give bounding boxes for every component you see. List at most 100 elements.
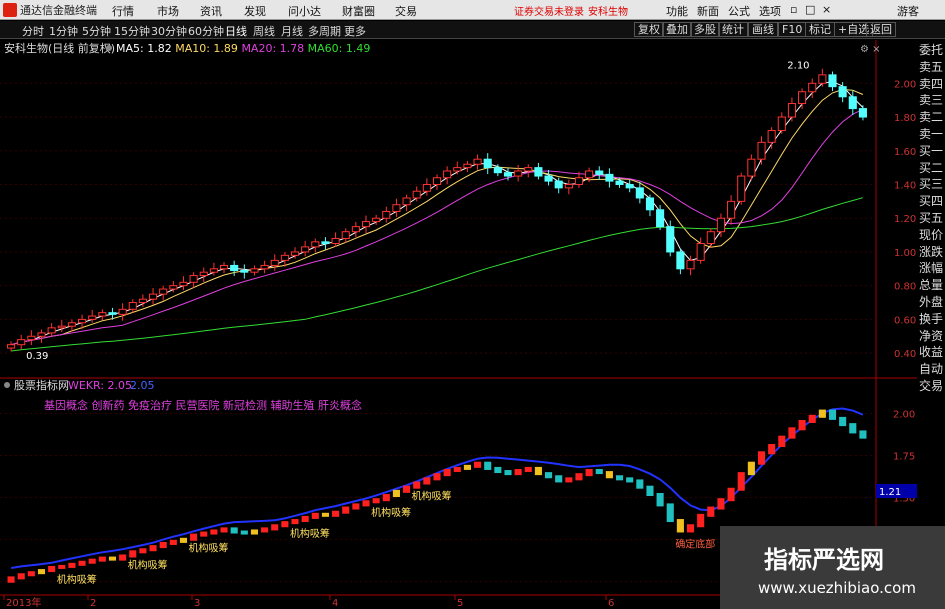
y-tick-6: 0.80 <box>894 282 916 293</box>
period-30min[interactable]: 30分钟 <box>151 23 187 39</box>
sidebar-label-8[interactable]: 买三 <box>919 177 943 191</box>
sidebar-label-20[interactable]: 交易 <box>919 379 943 393</box>
sub-candle <box>119 554 127 561</box>
candle <box>716 217 726 233</box>
y-tick-7: 0.60 <box>894 315 916 326</box>
sub-candle <box>240 530 248 535</box>
sub-candle <box>605 471 613 479</box>
candle <box>57 325 66 329</box>
menu-caifuquan[interactable]: 财富圈 <box>342 3 375 19</box>
sub-candle <box>646 485 654 496</box>
menu-hangqing[interactable]: 行情 <box>112 3 134 19</box>
x-label-1: 2 <box>90 598 96 609</box>
sidebar-label-12[interactable]: 涨跌 <box>919 245 943 259</box>
current-value-label: 1.21 <box>879 487 901 498</box>
sidebar-label-2[interactable]: 卖四 <box>919 77 943 91</box>
period-monthly[interactable]: 月线 <box>281 23 303 39</box>
sidebar-label-9[interactable]: 买四 <box>919 194 943 208</box>
period-toolbar: 分时 1分钟 5分钟 15分钟 30分钟 60分钟 日线 周线 月线 多周期 更… <box>0 21 945 39</box>
period-15min[interactable]: 15分钟 <box>114 23 150 39</box>
sidebar-label-5[interactable]: 卖一 <box>919 127 943 141</box>
sub-annotations: 机构吸筹机构吸筹机构吸筹机构吸筹机构吸筹机构吸筹确定底部 <box>57 490 716 586</box>
x-label-2: 3 <box>194 598 200 609</box>
candle <box>493 167 502 174</box>
period-multi[interactable]: 多周期 <box>308 23 341 39</box>
candle <box>747 158 756 177</box>
menu-wenxiaoda[interactable]: 问小达 <box>288 3 321 19</box>
sidebar-label-16[interactable]: 换手 <box>919 312 943 326</box>
main-chart-title: 安科生物(日线 前复权) <box>4 41 115 55</box>
window-min-icon[interactable]: ▫ <box>790 3 797 16</box>
sub-candle <box>48 565 56 573</box>
sidebar-label-13[interactable]: 涨幅 <box>919 261 943 275</box>
sub-indicator-toggle-icon[interactable] <box>4 382 10 388</box>
period-5min[interactable]: 5分钟 <box>82 23 111 39</box>
candle <box>98 312 107 317</box>
sub-candle <box>474 461 482 468</box>
btn-f10[interactable]: F10 <box>778 22 807 37</box>
menu-xuanxiang[interactable]: 选项 <box>759 3 781 19</box>
btn-fanhui[interactable]: 返回 <box>866 22 896 37</box>
btn-diejia[interactable]: 叠加 <box>662 22 692 37</box>
candle <box>159 288 168 295</box>
sub-candle <box>108 556 117 561</box>
x-label-3: 4 <box>332 598 338 609</box>
sub-candle <box>200 531 208 537</box>
sidebar-label-4[interactable]: 卖二 <box>919 110 943 124</box>
period-fenshi[interactable]: 分时 <box>22 23 44 39</box>
y-tick-3: 1.40 <box>894 180 916 191</box>
chart-settings-icon[interactable]: ⚙ × <box>860 44 881 55</box>
candle <box>412 190 421 199</box>
sidebar-label-10[interactable]: 买五 <box>919 211 943 225</box>
sidebar-label-18[interactable]: 收益 <box>919 345 943 359</box>
sidebar-label-19[interactable]: 自动 <box>919 362 943 376</box>
sub-candle <box>17 573 25 580</box>
login-notice[interactable]: 证券交易未登录 <box>514 3 584 18</box>
btn-biaoji[interactable]: 标记 <box>805 22 835 37</box>
annotation-4: 机构吸筹 <box>371 506 411 519</box>
menu-gongshi[interactable]: 公式 <box>728 3 750 19</box>
ma-line-2 <box>10 108 864 346</box>
sub-candle <box>220 527 228 533</box>
indicator-toggle-icon[interactable] <box>106 45 112 51</box>
sidebar-label-11[interactable]: 现价 <box>919 228 943 242</box>
period-weekly[interactable]: 周线 <box>253 23 275 39</box>
sidebar-label-17[interactable]: 净资 <box>919 329 943 343</box>
period-1min[interactable]: 1分钟 <box>49 23 78 39</box>
menu-zixun[interactable]: 资讯 <box>200 3 222 19</box>
menu-shichang[interactable]: 市场 <box>157 3 179 19</box>
btn-tongji[interactable]: 统计 <box>718 22 748 37</box>
candles <box>7 68 867 352</box>
sidebar-label-0[interactable]: 委托 <box>919 43 943 57</box>
ma-legend: MA5: 1.82 MA10: 1.89 MA20: 1.78 MA60: 1.… <box>116 42 370 55</box>
btn-duogu[interactable]: 多股 <box>690 22 720 37</box>
menu-gongneng[interactable]: 功能 <box>666 3 688 19</box>
sub-candle <box>453 466 461 473</box>
period-daily[interactable]: 日线 <box>225 23 247 39</box>
kline-chart[interactable]: 安科生物(日线 前复权) MA5: 1.82 MA10: 1.89 MA20: … <box>0 40 945 609</box>
menu-jiaoyi[interactable]: 交易 <box>395 3 417 19</box>
sub-candle <box>798 420 806 431</box>
sidebar-label-3[interactable]: 卖三 <box>919 93 943 107</box>
sidebar-label-6[interactable]: 买一 <box>919 144 943 158</box>
candle <box>808 82 817 93</box>
candle <box>169 285 178 290</box>
candle <box>564 183 573 189</box>
period-more[interactable]: 更多 <box>344 23 366 39</box>
window-restore-icon[interactable]: □ <box>805 3 815 16</box>
sidebar-label-7[interactable]: 买二 <box>919 161 943 175</box>
menu-faxian[interactable]: 发现 <box>244 3 266 19</box>
candle <box>189 275 198 283</box>
sidebar-label-1[interactable]: 卖五 <box>919 60 943 74</box>
btn-huaxian[interactable]: 画线 <box>748 22 778 37</box>
y-tick-5: 1.00 <box>894 248 916 259</box>
btn-fuquan[interactable]: 复权 <box>634 22 664 37</box>
candle <box>392 204 401 212</box>
sidebar-label-15[interactable]: 外盘 <box>919 295 943 309</box>
menu-xinmian[interactable]: 新面 <box>697 3 719 19</box>
window-close-icon[interactable]: × <box>822 3 831 16</box>
guest-label[interactable]: 游客 <box>897 3 919 19</box>
x-axis-labels: 2013年234567 <box>3 595 748 609</box>
period-60min[interactable]: 60分钟 <box>188 23 224 39</box>
sidebar-label-14[interactable]: 总量 <box>919 278 943 292</box>
